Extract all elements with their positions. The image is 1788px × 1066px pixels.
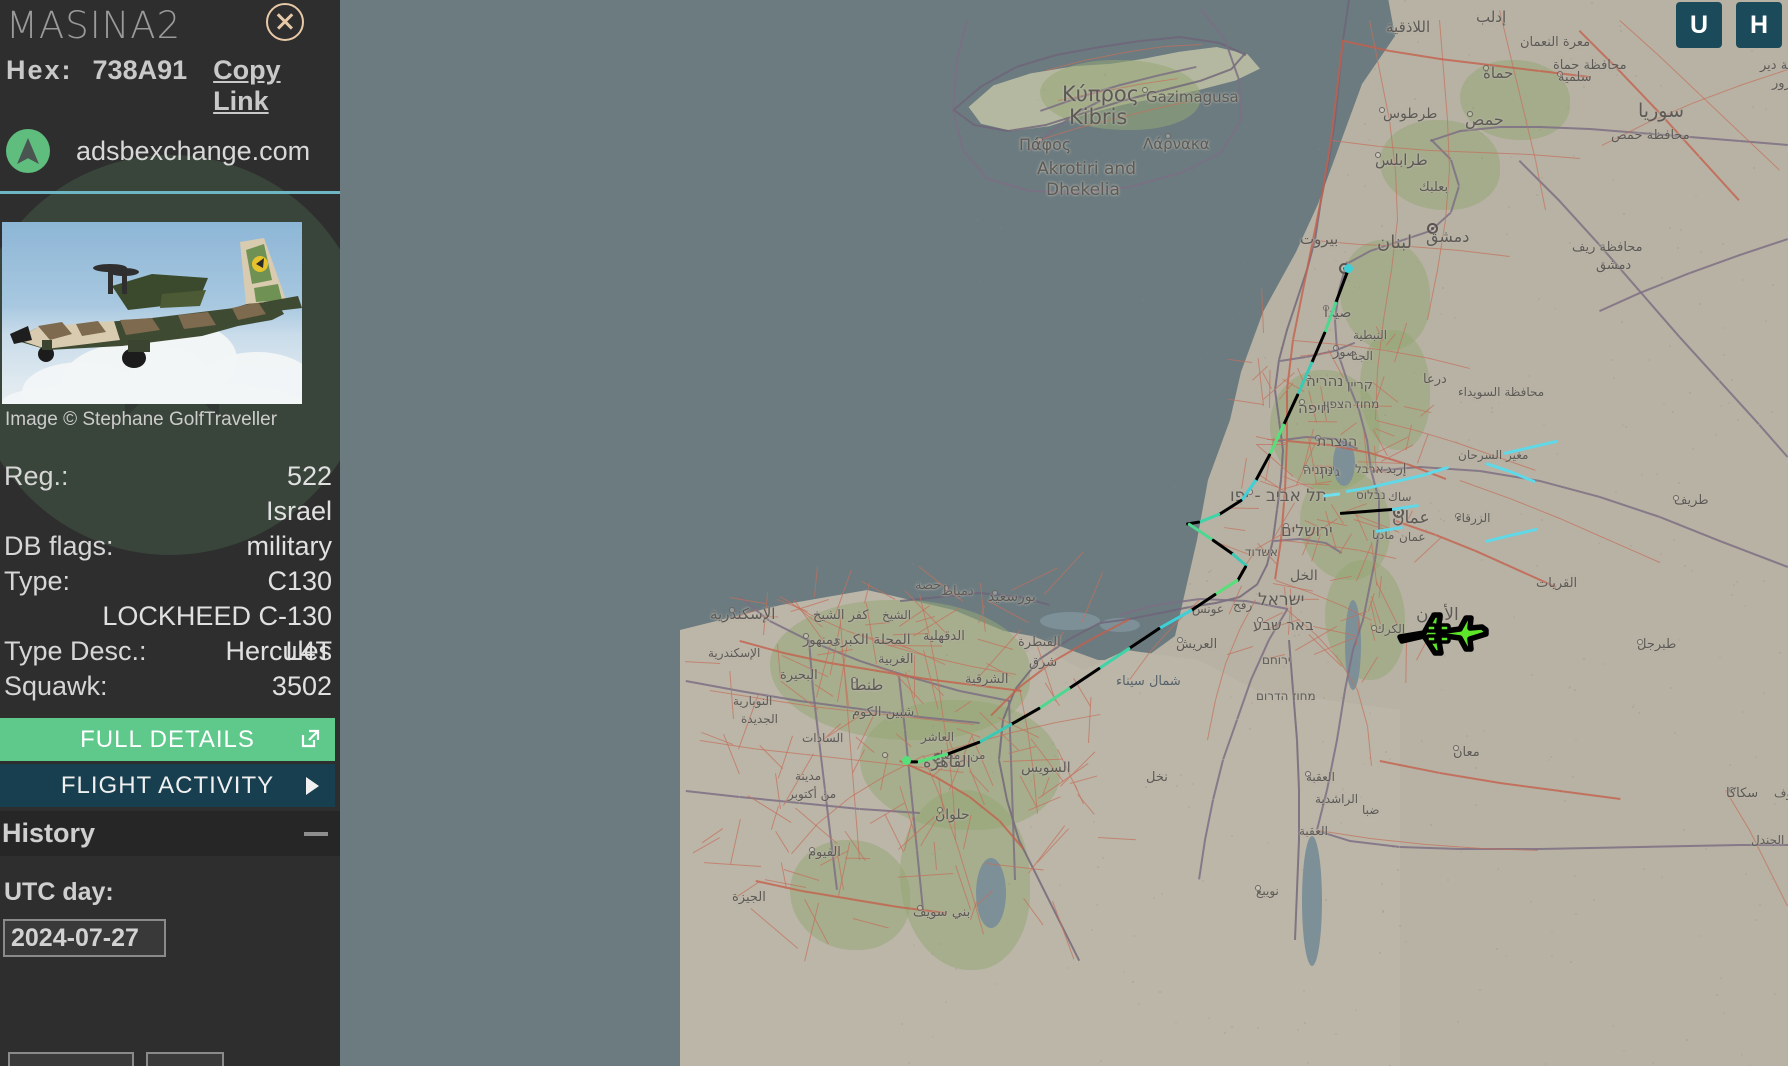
full-details-label: FULL DETAILS (80, 725, 255, 753)
city-marker (1673, 495, 1679, 501)
full-details-button[interactable]: FULL DETAILS (0, 718, 335, 761)
city-marker (1303, 465, 1309, 471)
utc-day-input[interactable]: 2024-07-27 (3, 919, 166, 957)
brand-label[interactable]: adsbexchange.com (76, 136, 310, 167)
chevron-right-icon (306, 777, 319, 795)
flight-activity-label: FLIGHT ACTIVITY (60, 771, 275, 799)
hex-label: Hex: (6, 55, 73, 85)
city-marker (1333, 345, 1339, 351)
flight-activity-button[interactable]: FLIGHT ACTIVITY (0, 764, 335, 807)
detail-row-value: military (246, 531, 333, 561)
detail-row-value: C130 (267, 566, 332, 596)
city-marker (882, 752, 888, 758)
detail-row-value: Israel (265, 496, 332, 526)
city-marker (803, 633, 809, 639)
aircraft-detail-rows: Reg.: 522 Israel DB flags: military Type: C130… (0, 431, 340, 704)
aircraft-photo[interactable] (2, 222, 302, 404)
copy-link-button[interactable]: Copy Link (213, 55, 340, 117)
city-marker (917, 905, 923, 911)
city-marker (992, 590, 998, 596)
city-marker (1315, 435, 1321, 441)
close-icon[interactable] (266, 3, 304, 41)
city-marker (1453, 745, 1459, 751)
city-marker (1379, 107, 1385, 113)
city-marker (1165, 133, 1171, 139)
aircraft-marker-icon[interactable] (1394, 596, 1490, 668)
city-marker (1305, 771, 1311, 777)
brand-row[interactable]: adsbexchange.com (0, 117, 340, 173)
detail-row-label: Type: (4, 566, 71, 596)
city-marker (729, 607, 735, 613)
utc-day-label: UTC day: (4, 878, 114, 906)
hex-row: Hex: 738A91 Copy Link (0, 47, 340, 117)
history-label: History (2, 818, 96, 848)
detail-row-label: Reg.: (4, 461, 69, 491)
detail-row-value: 522 (286, 461, 332, 491)
trail-endpoint[interactable] (1343, 263, 1353, 273)
city-marker (1483, 65, 1489, 71)
city-marker (1729, 787, 1735, 793)
city-marker (937, 807, 943, 813)
detail-row-label: Type Desc.: (4, 636, 147, 666)
history-next-button[interactable] (146, 1052, 224, 1066)
city-marker (1323, 305, 1329, 311)
map-label: Akrotiri and (1037, 159, 1136, 179)
city-marker (1557, 71, 1563, 77)
history-prev-button[interactable] (8, 1052, 134, 1066)
detail-row-value: 3502 (271, 671, 332, 701)
adsbexchange-logo-icon (6, 129, 50, 173)
map-label: Λάρνακα (1143, 135, 1210, 153)
hex-value: 738A91 (92, 55, 188, 85)
city-marker (1037, 137, 1043, 143)
map-canvas[interactable]: Κύπρος Kibris Gazimagusa Πάφος Λάρνακα Akroti… (340, 0, 1788, 1066)
aircraft-info-panel: MASINA2 Hex: 738A91 Copy Link adsbexchan… (0, 0, 340, 1066)
city-marker (851, 677, 857, 683)
city-marker (943, 585, 949, 591)
city-marker (1283, 523, 1289, 529)
history-section-header[interactable]: History (0, 811, 340, 856)
detail-row: Type: C130 (0, 564, 340, 599)
city-marker (1637, 639, 1643, 645)
detail-row-label: Squawk: (4, 671, 108, 701)
detail-row: DB flags: military (0, 529, 340, 564)
photo-credit: Image © Stephane GolfTraveller (5, 409, 278, 430)
city-marker (1299, 399, 1305, 405)
detail-row-value: L4T (285, 636, 332, 666)
city-marker (1142, 87, 1148, 93)
aircraft-photo-wrap: Image © Stephane GolfTraveller (0, 194, 340, 431)
city-marker (1427, 223, 1438, 234)
adsb-exchange-app: Κύπρος Kibris Gazimagusa Πάφος Λάρνακα Akroti… (0, 0, 1788, 1066)
city-marker (1467, 111, 1473, 117)
detail-row: LOCKHEED C-130 Hercules (0, 599, 340, 666)
city-marker (809, 847, 815, 853)
city-marker (1375, 152, 1381, 158)
detail-row: Israel (0, 494, 340, 529)
trail-endpoint[interactable] (901, 755, 911, 765)
city-marker (1455, 513, 1461, 519)
detail-row-label: DB flags: (4, 531, 114, 561)
detail-row: Reg.: 522 (0, 459, 340, 494)
h-button[interactable]: H (1736, 2, 1782, 48)
u-button[interactable]: U (1676, 2, 1722, 48)
collapse-minus-icon[interactable] (304, 832, 328, 836)
external-link-icon (300, 728, 321, 749)
detail-row: Squawk: 3502 (0, 669, 340, 704)
city-marker (1177, 637, 1183, 643)
city-marker (1257, 617, 1263, 623)
city-marker (1371, 625, 1377, 631)
city-marker (1255, 885, 1261, 891)
